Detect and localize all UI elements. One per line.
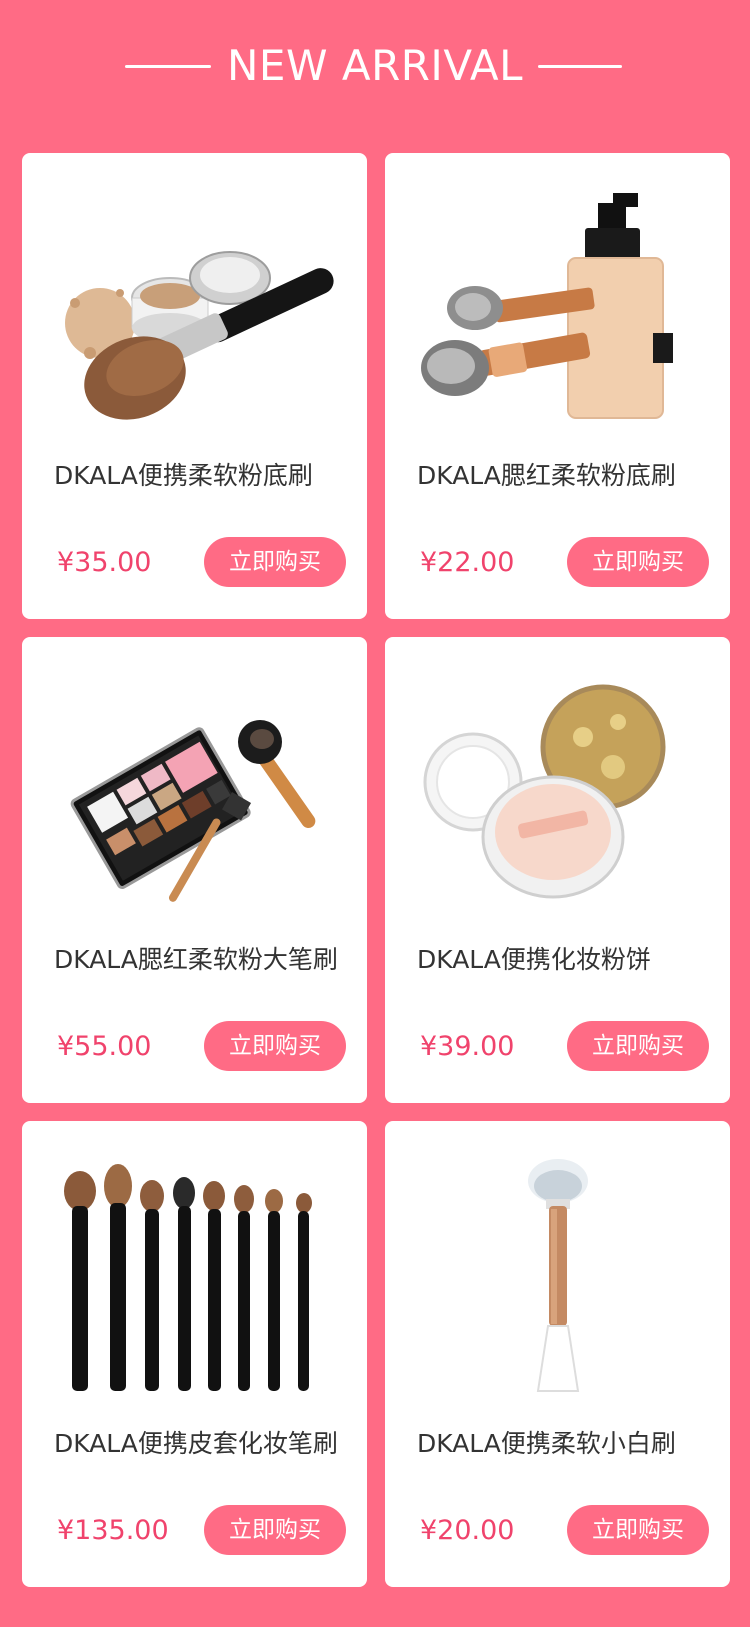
product-card[interactable]: DKALA便携化妆粉饼 ¥39.00 立即购买 bbox=[385, 637, 730, 1103]
product-price: ¥35.00 bbox=[57, 547, 152, 578]
header-right-line bbox=[538, 65, 622, 68]
eyeshadow-palette-brushes-image bbox=[42, 652, 347, 932]
brush-set-image bbox=[42, 1136, 347, 1416]
product-price: ¥39.00 bbox=[420, 1031, 515, 1062]
section-title: NEW ARRIVAL bbox=[227, 41, 523, 90]
section-header: NEW ARRIVAL bbox=[0, 0, 750, 135]
loose-powder-brush-image bbox=[42, 168, 347, 448]
buy-now-button[interactable]: 立即购买 bbox=[204, 1505, 346, 1555]
cushion-compact-image bbox=[405, 652, 710, 932]
product-card[interactable]: DKALA腮红柔软粉大笔刷 ¥55.00 立即购买 bbox=[22, 637, 367, 1103]
product-name: DKALA便携皮套化妆笔刷 bbox=[54, 1429, 338, 1458]
buy-now-button[interactable]: 立即购买 bbox=[567, 1021, 709, 1071]
product-price: ¥20.00 bbox=[420, 1515, 515, 1546]
product-name: DKALA便携柔软小白刷 bbox=[417, 1429, 676, 1458]
product-card[interactable]: DKALA便携柔软小白刷 ¥20.00 立即购买 bbox=[385, 1121, 730, 1587]
product-price: ¥55.00 bbox=[57, 1031, 152, 1062]
product-card[interactable]: DKALA便携皮套化妆笔刷 ¥135.00 立即购买 bbox=[22, 1121, 367, 1587]
buy-now-button[interactable]: 立即购买 bbox=[567, 537, 709, 587]
product-name: DKALA便携柔软粉底刷 bbox=[54, 461, 313, 490]
foundation-bottle-brushes-image bbox=[405, 168, 710, 448]
product-price: ¥22.00 bbox=[420, 547, 515, 578]
buy-now-button[interactable]: 立即购买 bbox=[204, 537, 346, 587]
product-card[interactable]: DKALA便携柔软粉底刷 ¥35.00 立即购买 bbox=[22, 153, 367, 619]
product-name: DKALA便携化妆粉饼 bbox=[417, 945, 651, 974]
product-name: DKALA腮红柔软粉大笔刷 bbox=[54, 945, 338, 974]
product-name: DKALA腮红柔软粉底刷 bbox=[417, 461, 676, 490]
product-card[interactable]: DKALA腮红柔软粉底刷 ¥22.00 立即购买 bbox=[385, 153, 730, 619]
product-price: ¥135.00 bbox=[57, 1515, 169, 1546]
buy-now-button[interactable]: 立即购买 bbox=[567, 1505, 709, 1555]
buy-now-button[interactable]: 立即购买 bbox=[204, 1021, 346, 1071]
single-white-brush-image bbox=[405, 1136, 710, 1416]
